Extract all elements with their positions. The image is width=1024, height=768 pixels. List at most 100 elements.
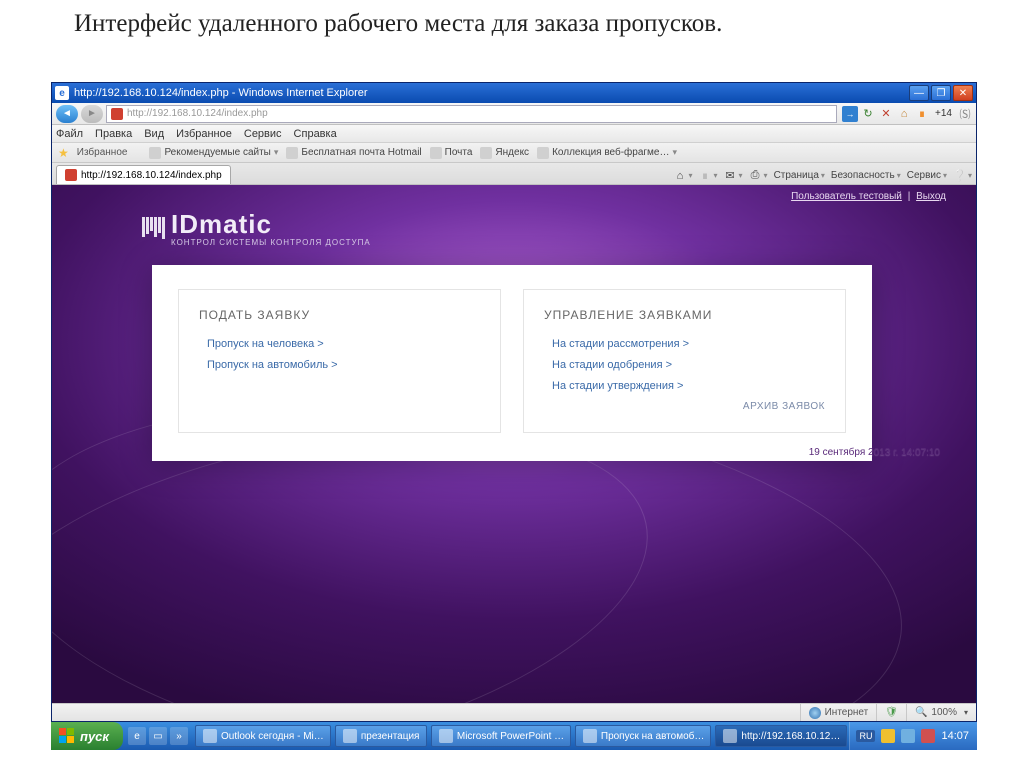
- link-archive[interactable]: АРХИВ ЗАЯВОК: [544, 401, 825, 412]
- browser-tab[interactable]: http://192.168.10.124/index.php: [56, 165, 231, 184]
- status-zoom[interactable]: 🔍100%▾: [906, 704, 976, 721]
- popup-counter: +14: [933, 108, 954, 119]
- doc-icon: [583, 729, 597, 743]
- refresh-icon[interactable]: ↻: [861, 107, 875, 121]
- tool-feeds[interactable]: ∎▾: [699, 169, 718, 182]
- ql-ie-icon[interactable]: e: [128, 727, 146, 745]
- favorites-label[interactable]: Избранное: [77, 147, 128, 158]
- start-button[interactable]: пуск: [51, 722, 123, 750]
- favlink-recommended[interactable]: Рекомендуемые сайты▾: [149, 147, 278, 159]
- user-bar: Пользователь тестовый | Выход: [791, 191, 946, 202]
- site-icon: [111, 108, 123, 120]
- task-ie[interactable]: http://192.168.10.12…: [715, 725, 847, 747]
- mail-icon: ✉: [724, 169, 737, 182]
- windows-taskbar: пуск e ▭ » Outlook сегодня - Mi… презент…: [51, 722, 977, 750]
- nav-forward-button[interactable]: ►: [81, 105, 103, 123]
- logo-subtext: КОНТРОЛ СИСТЕМЫ КОНТРОЛЯ ДОСТУПА: [171, 238, 371, 247]
- status-zone: Интернет: [800, 704, 877, 721]
- rss-icon[interactable]: ∎: [915, 107, 929, 121]
- stop-icon[interactable]: ✕: [879, 107, 893, 121]
- task-folder[interactable]: презентация: [335, 725, 427, 747]
- ie-statusbar: Интернет 🛡 🔍100%▾: [52, 703, 976, 721]
- tab-site-icon: [65, 169, 77, 181]
- favlink-webfrag[interactable]: Коллекция веб-фрагме…▾: [537, 147, 677, 159]
- close-button[interactable]: ✕: [953, 85, 973, 101]
- folder-icon: [343, 729, 357, 743]
- favlink-yandex[interactable]: Яндекс: [480, 147, 529, 159]
- shield-icon: 🛡: [885, 707, 898, 718]
- logo-mark-icon: [142, 217, 165, 239]
- taskbar-clock[interactable]: 14:07: [941, 730, 969, 742]
- link-vehicle-pass[interactable]: Пропуск на автомобиль >: [199, 359, 480, 371]
- system-tray: RU 14:07: [849, 722, 977, 750]
- task-doc[interactable]: Пропуск на автомоб…: [575, 725, 712, 747]
- card-title: УПРАВЛЕНИЕ ЗАЯВКАМИ: [544, 308, 825, 322]
- link-stage-approval[interactable]: На стадии одобрения >: [544, 359, 825, 371]
- menu-view[interactable]: Вид: [144, 128, 164, 140]
- tool-page[interactable]: Страница▾: [774, 170, 825, 181]
- link-stage-confirm[interactable]: На стадии утверждения >: [544, 380, 825, 392]
- tray-icon[interactable]: [901, 729, 915, 743]
- card-title: ПОДАТЬ ЗАЯВКУ: [199, 308, 480, 322]
- maximize-button[interactable]: ❐: [931, 85, 951, 101]
- ie-icon: [723, 729, 737, 743]
- tool-service[interactable]: Сервис▾: [907, 170, 947, 181]
- idmatic-logo: IDmatic КОНТРОЛ СИСТЕМЫ КОНТРОЛЯ ДОСТУПА: [142, 209, 371, 247]
- slide-heading: Интерфейс удаленного рабочего места для …: [0, 0, 1024, 46]
- powerpoint-icon: [439, 729, 453, 743]
- logo-text: IDmatic: [171, 209, 371, 240]
- ie-favorites-bar: ★ Избранное Рекомендуемые сайты▾ Бесплат…: [52, 143, 976, 163]
- favlink-pochta[interactable]: Почта: [430, 147, 473, 159]
- start-label: пуск: [80, 729, 109, 744]
- menu-tools[interactable]: Сервис: [244, 128, 282, 140]
- tool-print[interactable]: ⎙▾: [749, 169, 768, 182]
- feed-icon: ∎: [699, 169, 712, 182]
- card-manage-requests: УПРАВЛЕНИЕ ЗАЯВКАМИ На стадии рассмотрен…: [523, 289, 846, 433]
- print-icon: ⎙: [749, 169, 762, 182]
- page-timestamp: 19 сентября 2013 г. 14:07:10: [809, 447, 940, 458]
- current-user-link[interactable]: Пользователь тестовый: [791, 191, 902, 202]
- tray-icon[interactable]: [881, 729, 895, 743]
- language-indicator[interactable]: RU: [856, 730, 875, 742]
- go-button[interactable]: →: [842, 106, 858, 122]
- help-icon: ❔: [953, 169, 966, 182]
- nav-back-button[interactable]: ◄: [56, 105, 78, 123]
- zoom-icon: 🔍: [915, 707, 927, 718]
- tool-mail[interactable]: ✉▾: [724, 169, 743, 182]
- tool-safety[interactable]: Безопасность▾: [831, 170, 901, 181]
- menu-file[interactable]: Файл: [56, 128, 83, 140]
- logout-link[interactable]: Выход: [916, 191, 946, 202]
- address-bar[interactable]: http://192.168.10.124/index.php: [106, 105, 837, 123]
- ql-app-icon[interactable]: »: [170, 727, 188, 745]
- tab-toolbar: ⌂▾ ∎▾ ✉▾ ⎙▾ Страница▾ Безопасность▾ Серв…: [674, 169, 973, 184]
- card-submit-request: ПОДАТЬ ЗАЯВКУ Пропуск на человека > Проп…: [178, 289, 501, 433]
- ie-window-title: http://192.168.10.124/index.php - Window…: [74, 87, 368, 99]
- minimize-button[interactable]: —: [909, 85, 929, 101]
- main-panel: ПОДАТЬ ЗАЯВКУ Пропуск на человека > Проп…: [152, 265, 872, 461]
- ie-window: e http://192.168.10.124/index.php - Wind…: [51, 82, 977, 722]
- status-protected: 🛡: [876, 704, 906, 721]
- task-powerpoint[interactable]: Microsoft PowerPoint …: [431, 725, 571, 747]
- menu-help[interactable]: Справка: [294, 128, 337, 140]
- home-icon: ⌂: [674, 169, 687, 182]
- favlink-hotmail[interactable]: Бесплатная почта Hotmail: [286, 147, 421, 159]
- link-person-pass[interactable]: Пропуск на человека >: [199, 338, 480, 350]
- link-stage-review[interactable]: На стадии рассмотрения >: [544, 338, 825, 350]
- tab-label: http://192.168.10.124/index.php: [81, 170, 222, 181]
- outlook-icon: [203, 729, 217, 743]
- favorites-star-icon[interactable]: ★: [58, 146, 69, 160]
- tool-home[interactable]: ⌂▾: [674, 169, 693, 182]
- home-icon[interactable]: ⌂: [897, 107, 911, 121]
- address-text: http://192.168.10.124/index.php: [127, 108, 268, 119]
- task-outlook[interactable]: Outlook сегодня - Mi…: [195, 725, 331, 747]
- tray-icon[interactable]: [921, 729, 935, 743]
- tool-help[interactable]: ❔▾: [953, 169, 972, 182]
- menu-favorites[interactable]: Избранное: [176, 128, 232, 140]
- ie-tabstrip: http://192.168.10.124/index.php ⌂▾ ∎▾ ✉▾…: [52, 163, 976, 185]
- settings-icon[interactable]: 🄢: [958, 107, 972, 121]
- windows-logo-icon: [59, 728, 75, 744]
- ql-desktop-icon[interactable]: ▭: [149, 727, 167, 745]
- page-viewport: Пользователь тестовый | Выход IDmatic КО…: [52, 185, 976, 703]
- ie-app-icon: e: [55, 86, 69, 100]
- menu-edit[interactable]: Правка: [95, 128, 132, 140]
